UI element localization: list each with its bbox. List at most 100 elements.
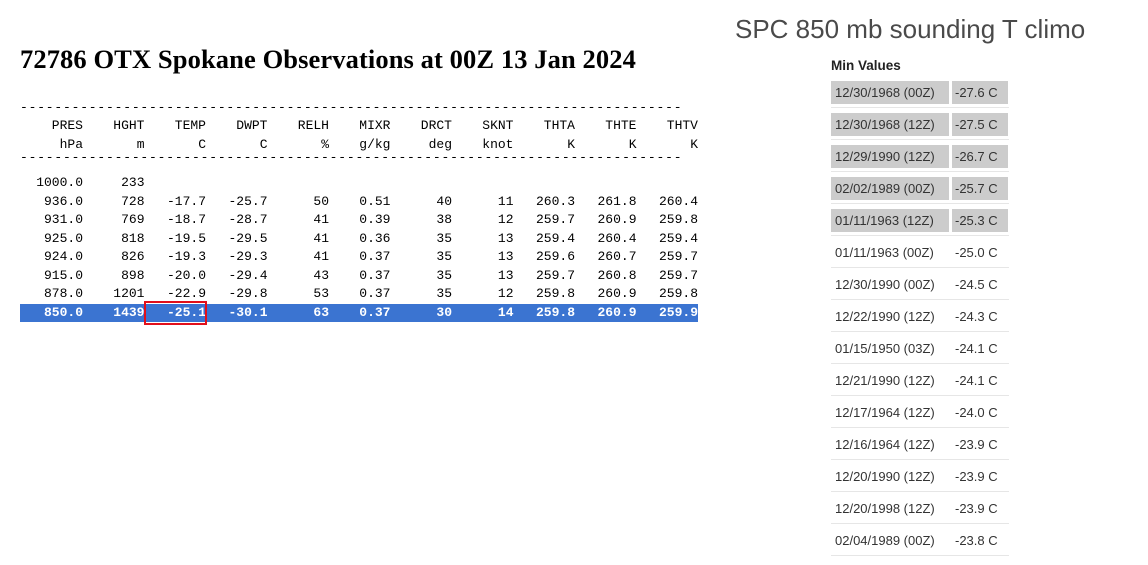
table-row[interactable]: 924.0 826 -19.3 -29.3 41 0.37 35 13 259.6 260.7 25… (20, 248, 698, 267)
min-value-date: 01/15/1950 (03Z) (835, 341, 935, 356)
cell-relh (268, 174, 330, 193)
cell-hght: 233 (121, 175, 145, 190)
cell-relh: 41 (313, 230, 329, 246)
table-row[interactable]: 1000.0 233 (20, 174, 698, 193)
cell-relh: 50 (313, 193, 329, 209)
table-row[interactable]: 936.0 728 -17.7 -25.7 50 0.51 40 11 260.3 261.8 26… (20, 193, 698, 212)
cell-thta: 259.8 (535, 286, 575, 301)
column-header-hght: HGHT (113, 118, 145, 133)
column-header-thte: THTE (605, 118, 637, 133)
cell-sknt: 13 (497, 267, 514, 283)
min-value-temp: -24.3 C (955, 309, 998, 324)
min-value-date: 02/02/1989 (00Z) (831, 177, 949, 200)
column-header-relh: RELH (297, 118, 329, 133)
min-value-temp: -27.5 C (952, 113, 1008, 136)
cell-dwpt: -29.3 (228, 249, 268, 264)
cell-hght: 818 (121, 230, 145, 246)
cell-sknt (452, 174, 514, 193)
min-value-row: 01/11/1963 (00Z) -25.0 C (831, 238, 1009, 268)
cell-dwpt (206, 174, 268, 193)
cell-mixr: 0.37 (359, 267, 391, 283)
cell-dwpt: -28.7 (228, 212, 268, 227)
cell-thte (575, 174, 637, 193)
table-row[interactable]: 915.0 898 -20.0 -29.4 43 0.37 35 13 259.7 260.8 25… (20, 267, 698, 286)
column-unit-temp: C (198, 137, 206, 152)
cell-thtv: 259.9 (658, 304, 698, 320)
cell-dwpt: -29.4 (228, 267, 268, 283)
min-value-row: 01/15/1950 (03Z) -24.1 C (831, 334, 1009, 364)
min-value-temp: -23.9 C (955, 437, 998, 452)
min-values-rows: 12/30/1968 (00Z) -27.6 C 12/30/1968 (12Z) -… (831, 78, 1009, 556)
column-header-thta: THTA (543, 118, 575, 133)
min-value-date: 02/04/1989 (00Z) (835, 533, 935, 548)
min-value-temp: -23.9 C (955, 469, 998, 484)
cell-thte: 260.8 (597, 267, 637, 283)
min-value-row: 12/29/1990 (12Z) -26.7 C (831, 142, 1009, 172)
cell-thta (514, 174, 576, 193)
min-value-row: 12/21/1990 (12Z) -24.1 C (831, 366, 1009, 396)
min-values-table: Min Values 12/30/1968 (00Z) -27.6 C 12/30/… (831, 58, 1009, 558)
min-values-heading: Min Values (831, 58, 901, 73)
cell-thtv: 259.8 (658, 212, 698, 227)
cell-pres: 1000.0 (36, 175, 83, 190)
cell-sknt: 12 (497, 286, 514, 301)
table-row[interactable]: 878.0 1201 -22.9 -29.8 53 0.37 35 12 259.8 260.9 2… (20, 285, 698, 304)
min-value-temp: -24.1 C (955, 341, 998, 356)
min-value-row: 12/16/1964 (12Z) -23.9 C (831, 430, 1009, 460)
cell-pres: 924.0 (43, 249, 83, 264)
min-value-row: 12/20/1990 (12Z) -23.9 C (831, 462, 1009, 492)
climo-title: SPC 850 mb sounding T climo (735, 14, 1086, 44)
min-value-temp: -25.7 C (952, 177, 1008, 200)
column-header-temp: TEMP (174, 118, 206, 133)
cell-thte: 261.8 (597, 193, 637, 209)
column-unit-mixr: g/kg (359, 137, 391, 152)
sounding-table: ----------------------------------------… (20, 104, 698, 325)
min-value-date: 12/30/1968 (12Z) (831, 113, 949, 136)
sounding-rows: 1000.0 233 936.0 728 -17.7 -25.7 50 0.51 40 11 260… (20, 174, 698, 325)
cell-drct: 35 (436, 230, 452, 246)
table-row[interactable]: 931.0 769 -18.7 -28.7 41 0.39 38 12 259.7 260.9 25… (20, 211, 698, 230)
min-value-row: 12/20/1998 (12Z) -23.9 C (831, 494, 1009, 524)
cell-thtv: 259.8 (658, 286, 698, 301)
cell-mixr: 0.36 (359, 230, 391, 246)
cell-thte: 260.9 (597, 304, 637, 320)
cell-thta: 259.6 (535, 249, 575, 264)
table-row[interactable]: 925.0 818 -19.5 -29.5 41 0.36 35 13 259.4 260.4 25… (20, 230, 698, 249)
min-value-temp: -23.9 C (955, 501, 998, 516)
cell-hght: 728 (121, 193, 145, 209)
cell-thta: 259.7 (535, 212, 575, 227)
min-value-date: 12/20/1998 (12Z) (835, 501, 935, 516)
min-value-temp: -25.0 C (955, 245, 998, 260)
cell-drct: 30 (436, 304, 452, 320)
cell-temp: -19.3 (166, 249, 206, 264)
min-value-temp: -25.3 C (952, 209, 1008, 232)
table-row-selected[interactable]: 850.0 1439 -25.1 -30.1 63 0.37 30 14 259.8 260.9 2… (20, 300, 698, 325)
column-unit-thta: K (567, 137, 575, 152)
column-unit-dwpt: C (259, 137, 268, 152)
cell-sknt: 13 (497, 230, 514, 246)
min-value-date: 12/17/1964 (12Z) (835, 405, 935, 420)
cell-relh: 63 (313, 304, 329, 320)
min-value-date: 01/11/1963 (00Z) (835, 245, 934, 260)
min-value-row: 12/17/1964 (12Z) -24.0 C (831, 398, 1009, 428)
cell-pres: 925.0 (43, 230, 83, 246)
cell-relh: 53 (313, 286, 329, 301)
cell-thte: 260.9 (597, 212, 637, 227)
cell-pres: 915.0 (43, 267, 83, 283)
cell-thta: 259.4 (535, 230, 575, 246)
column-unit-drct: deg (428, 137, 452, 152)
cell-hght: 898 (121, 267, 145, 283)
cell-dwpt: -30.1 (228, 304, 268, 320)
min-value-temp: -24.1 C (955, 373, 998, 388)
cell-mixr: 0.37 (359, 304, 391, 320)
min-value-row: 02/04/1989 (00Z) -23.8 C (831, 526, 1009, 556)
cell-hght: 1201 (113, 286, 145, 301)
min-value-row: 12/22/1990 (12Z) -24.3 C (831, 302, 1009, 332)
cell-pres: 936.0 (43, 193, 83, 209)
cell-thtv: 259.4 (658, 230, 698, 246)
cell-hght: 826 (121, 249, 145, 264)
cell-relh: 41 (313, 212, 329, 227)
cell-hght: 1439 (113, 304, 145, 320)
cell-drct: 35 (436, 286, 452, 301)
cell-pres: 878.0 (43, 286, 83, 301)
